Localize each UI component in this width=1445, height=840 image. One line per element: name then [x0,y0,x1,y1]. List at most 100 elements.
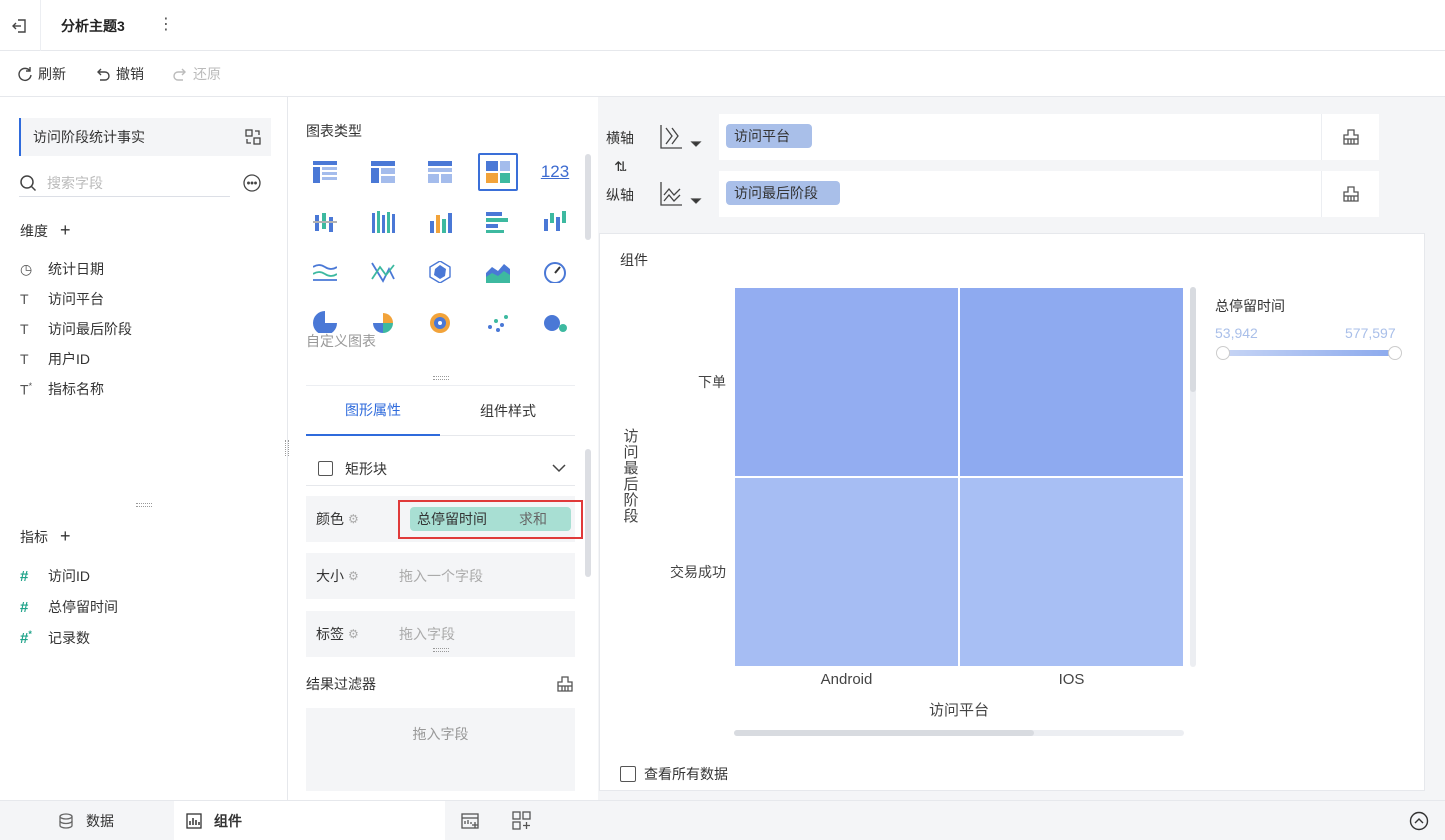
switch-dataset-icon[interactable] [244,128,262,146]
add-dimension-icon[interactable]: + [60,220,71,241]
text-icon: T [20,351,29,367]
y-axis-field-pill[interactable]: 访问最后阶段 [726,181,840,205]
chart-type-scrollbar[interactable] [585,154,591,240]
chart-type-radar-line[interactable] [363,253,403,291]
y-axis-type-icon[interactable] [658,181,704,209]
chart-type-table[interactable] [305,153,345,191]
size-drop-zone[interactable]: 拖入一个字段 [399,566,483,586]
add-dashboard-icon[interactable] [512,811,532,831]
refresh-button[interactable]: 刷新 [17,64,66,84]
crosstab-chart-icon [371,161,395,183]
field-search [19,169,230,197]
component-tab-label: 组件 [214,813,242,829]
chart-type-line[interactable] [305,253,345,291]
dimensions-header: 维度 + [20,220,71,241]
field-label: 用户ID [48,351,90,367]
more-options-icon[interactable] [243,174,261,192]
label-drop-zone[interactable]: 拖入字段 [399,624,455,644]
tab-graphic-properties[interactable]: 图形属性 [306,386,440,436]
rose-pie-icon [373,313,393,333]
filter-splitter[interactable] [433,648,449,652]
chart-type-scatter[interactable] [478,303,518,341]
clear-y-axis-button[interactable] [1321,171,1379,217]
dimensions-title: 维度 [20,222,48,239]
collapse-up-icon[interactable] [1409,811,1429,831]
gear-icon[interactable]: ⚙ [348,512,359,526]
measure-field[interactable]: # 总停留时间 [20,597,118,617]
view-all-data-toggle[interactable]: 查看所有数据 [620,764,728,784]
data-tab[interactable]: 数据 [58,801,114,840]
dimension-field[interactable]: T 用户ID [20,349,90,369]
redo-button[interactable]: 还原 [172,64,221,84]
filter-drop-zone[interactable]: 拖入字段 [306,708,575,791]
heatmap-cell[interactable] [733,476,960,668]
more-menu-icon[interactable]: ⋮ [158,14,174,34]
x-axis-drop-zone[interactable]: 访问平台 [719,114,1379,160]
tab-component-style[interactable]: 组件样式 [441,386,575,436]
field-label: 统计日期 [48,261,104,277]
chart-type-radar[interactable] [420,253,460,291]
undo-button[interactable]: 撤销 [95,64,144,84]
dataset-selector[interactable]: 访问阶段统计事实 [19,118,271,156]
chart-type-bar[interactable] [478,203,518,241]
chart-type-rectangle[interactable] [478,153,518,191]
refresh-label: 刷新 [38,66,66,82]
legend-max-handle[interactable] [1388,346,1402,360]
heatmap-cell[interactable] [958,476,1185,668]
chart-type-crosstab[interactable] [363,153,403,191]
top-bar: 分析主题3 ⋮ [0,0,1445,51]
field-label: 访问平台 [48,291,104,307]
search-input[interactable] [47,174,217,191]
add-component-icon[interactable] [461,811,481,831]
polyline-chart-icon [371,262,395,283]
measure-field[interactable]: # 访问ID [20,566,90,586]
property-scrollbar[interactable] [585,449,591,577]
chart-type-detail-table[interactable] [420,153,460,191]
toolbar: 刷新 撤销 还原 [0,51,1445,97]
area-chart-icon [486,264,510,283]
chart-type-multilayer-pie[interactable] [420,303,460,341]
heatmap-cell[interactable] [958,286,1185,478]
mid-splitter[interactable] [433,376,449,380]
y-axis-drop-zone[interactable]: 访问最后阶段 [719,171,1379,217]
chart-type-column[interactable] [420,203,460,241]
x-axis-type-icon[interactable] [658,124,704,152]
chart-type-gauge[interactable] [535,253,575,291]
text-calc-icon: T* [20,380,33,398]
text-icon: T [20,321,29,337]
refresh-icon [18,67,32,81]
legend-title: 总停留时间 [1215,298,1285,314]
treemap-icon [486,161,510,183]
exit-button[interactable] [0,0,41,51]
measure-field[interactable]: #* 记录数 [20,628,90,648]
heatmap-cell[interactable] [733,286,960,478]
panel-splitter[interactable] [136,503,152,507]
dimension-field[interactable]: T 访问最后阶段 [20,319,132,339]
chart-type-stacked-column[interactable] [363,203,403,241]
clear-filter-icon[interactable] [556,675,574,693]
chart-type-area[interactable] [478,253,518,291]
legend-min-handle[interactable] [1216,346,1230,360]
clear-x-axis-button[interactable] [1321,114,1379,160]
color-property: 颜色 ⚙ 总停留时间 求和 [306,496,583,542]
color-label: 颜色 [316,511,344,527]
x-axis-field-pill[interactable]: 访问平台 [726,124,812,148]
dimension-field[interactable]: T* 指标名称 [20,379,104,399]
shape-type-selector[interactable]: 矩形块 [306,452,575,486]
y-axis-label: 纵轴 [606,187,634,203]
text-icon: T [20,291,29,307]
dimension-field[interactable]: ◷ 统计日期 [20,259,104,279]
add-measure-icon[interactable]: + [60,526,71,547]
gear-icon[interactable]: ⚙ [348,627,359,641]
chart-type-range-column[interactable] [535,203,575,241]
chart-type-grouped-bar[interactable] [305,203,345,241]
highlight-box [398,500,583,539]
chart-type-bubble[interactable] [535,303,575,341]
measures-title: 指标 [20,528,48,545]
chart-type-kpi[interactable]: 123 [535,153,575,191]
gear-icon[interactable]: ⚙ [348,569,359,583]
component-tab[interactable]: 组件 [174,801,445,840]
result-filter-title: 结果过滤器 [306,676,376,692]
dimension-field[interactable]: T 访问平台 [20,289,104,309]
custom-chart-link[interactable]: 自定义图表 [306,331,376,351]
